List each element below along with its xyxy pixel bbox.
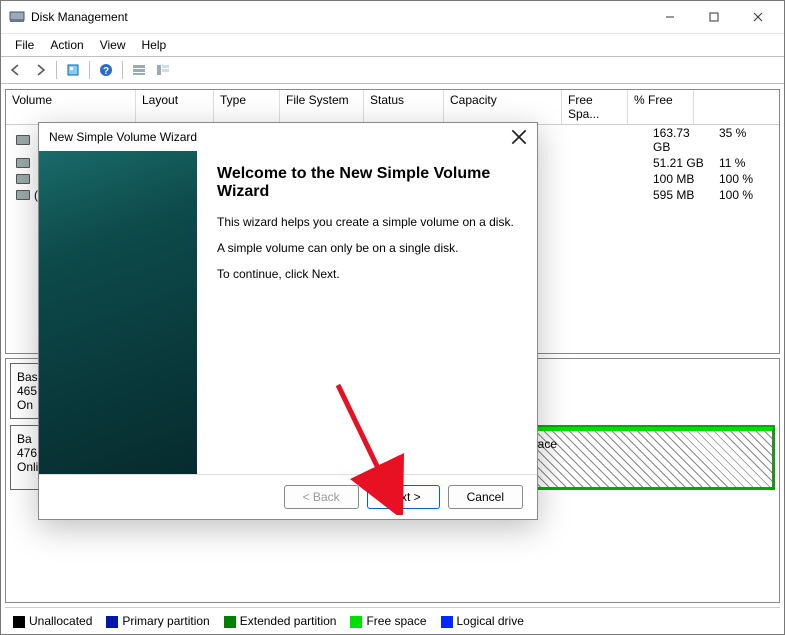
col-layout[interactable]: Layout <box>136 90 214 124</box>
help-icon[interactable]: ? <box>95 59 117 81</box>
refresh-icon[interactable] <box>62 59 84 81</box>
toolbar-separator <box>122 61 123 79</box>
cell-pct: 35 % <box>713 125 779 155</box>
menu-help[interactable]: Help <box>134 36 175 54</box>
wizard-buttons: < Back Next > Cancel <box>39 474 537 519</box>
volume-table-header: Volume Layout Type File System Status Ca… <box>6 90 779 125</box>
col-pct-free[interactable]: % Free <box>628 90 694 124</box>
col-volume[interactable]: Volume <box>6 90 136 124</box>
cancel-button[interactable]: Cancel <box>448 485 523 509</box>
menu-action[interactable]: Action <box>42 36 91 54</box>
cell-free: 100 MB <box>647 171 713 187</box>
legend-free: Free space <box>350 614 426 628</box>
wizard-main: Welcome to the New Simple Volume Wizard … <box>197 151 537 474</box>
col-capacity[interactable]: Capacity <box>444 90 562 124</box>
legend-logical: Logical drive <box>441 614 524 628</box>
window-title: Disk Management <box>31 10 648 24</box>
wizard-heading: Welcome to the New Simple Volume Wizard <box>217 165 517 201</box>
toolbar-separator <box>56 61 57 79</box>
wizard-body: Welcome to the New Simple Volume Wizard … <box>39 151 537 474</box>
wizard-titlebar: New Simple Volume Wizard <box>39 123 537 151</box>
legend-extended: Extended partition <box>224 614 337 628</box>
toolbar: ? <box>1 56 784 84</box>
detail-view-icon[interactable] <box>152 59 174 81</box>
list-view-icon[interactable] <box>128 59 150 81</box>
cell-free: 51.21 GB <box>647 155 713 171</box>
forward-icon[interactable] <box>29 59 51 81</box>
menu-view[interactable]: View <box>92 36 134 54</box>
cell-free: 595 MB <box>647 187 713 203</box>
volume-icon <box>16 174 30 184</box>
col-type[interactable]: Type <box>214 90 280 124</box>
maximize-button[interactable] <box>692 2 736 32</box>
close-icon[interactable] <box>511 129 527 145</box>
app-icon <box>9 9 25 25</box>
volume-icon <box>16 190 30 200</box>
back-icon[interactable] <box>5 59 27 81</box>
volume-icon <box>16 158 30 168</box>
legend-primary: Primary partition <box>106 614 209 628</box>
cell-pct: 100 % <box>713 171 779 187</box>
wizard-text: This wizard helps you create a simple vo… <box>217 215 517 229</box>
close-button[interactable] <box>736 2 780 32</box>
wizard-title: New Simple Volume Wizard <box>49 130 197 144</box>
wizard-text: A simple volume can only be on a single … <box>217 241 517 255</box>
svg-text:?: ? <box>103 66 109 77</box>
cell-pct: 11 % <box>713 155 779 171</box>
cell-pct: 100 % <box>713 187 779 203</box>
volume-icon <box>16 135 30 145</box>
wizard-text: To continue, click Next. <box>217 267 517 281</box>
titlebar: Disk Management <box>1 1 784 33</box>
back-button: < Back <box>284 485 359 509</box>
toolbar-separator <box>89 61 90 79</box>
window-controls <box>648 2 780 32</box>
col-status[interactable]: Status <box>364 90 444 124</box>
new-simple-volume-wizard: New Simple Volume Wizard Welcome to the … <box>38 122 538 520</box>
minimize-button[interactable] <box>648 2 692 32</box>
wizard-sidebar-image <box>39 151 197 474</box>
menu-file[interactable]: File <box>7 36 42 54</box>
col-filesystem[interactable]: File System <box>280 90 364 124</box>
menubar: File Action View Help <box>1 33 784 56</box>
legend-unallocated: Unallocated <box>13 614 92 628</box>
legend: Unallocated Primary partition Extended p… <box>5 607 780 634</box>
col-free-space[interactable]: Free Spa... <box>562 90 628 124</box>
cell-free: 163.73 GB <box>647 125 713 155</box>
next-button[interactable]: Next > <box>367 485 440 509</box>
